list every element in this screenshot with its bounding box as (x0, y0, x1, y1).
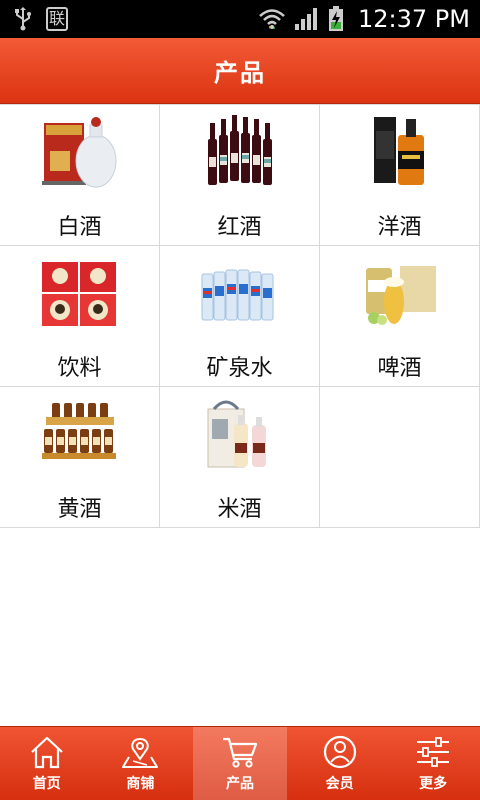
product-label: 洋酒 (377, 215, 422, 240)
nav-label: 产品 (225, 776, 254, 792)
nav-label: 更多 (419, 776, 448, 792)
product-label: 米酒 (217, 497, 262, 522)
page-title: 产品 (214, 59, 266, 87)
product-tile-whisky[interactable]: 洋酒 (320, 105, 480, 246)
beverage-image (42, 262, 116, 326)
status-bar: 联 12:37 PM (0, 0, 480, 38)
product-tile-baijiu[interactable]: 白酒 (0, 105, 160, 246)
product-tile-rice-wine[interactable]: 米酒 (160, 387, 320, 528)
signal-icon (294, 7, 320, 31)
baijiu-image (42, 117, 117, 188)
product-label: 黄酒 (57, 497, 102, 522)
map-pin-icon (122, 737, 159, 768)
yellow-wine-image (42, 403, 116, 459)
product-label: 白酒 (57, 215, 102, 240)
usb-icon (14, 7, 32, 31)
rice-wine-image (207, 400, 266, 468)
product-tile-beer[interactable]: 啤酒 (320, 246, 480, 387)
product-label: 啤酒 (377, 356, 422, 381)
product-tile-beverage[interactable]: 饮料 (0, 246, 160, 387)
product-label: 矿泉水 (206, 356, 273, 381)
red-wine-image (208, 115, 272, 185)
nav-stores[interactable]: 商铺 (94, 727, 188, 800)
product-tile-yellow-wine[interactable]: 黄酒 (0, 387, 160, 528)
product-grid: 白酒 红酒 洋酒 饮料 矿泉水 啤酒 黄酒 米酒 (0, 104, 480, 528)
sliders-icon (417, 737, 450, 767)
status-time: 12:37 PM (358, 5, 470, 33)
nav-label: 会员 (325, 776, 354, 792)
bottom-nav: 首页 商铺 产品 会员 更多 (0, 726, 480, 800)
wifi-icon (258, 7, 286, 31)
battery-charging-icon (328, 6, 344, 32)
carrier-icon: 联 (46, 7, 68, 31)
nav-label: 首页 (32, 776, 61, 792)
product-tile-mineral-water[interactable]: 矿泉水 (160, 246, 320, 387)
nav-label: 商铺 (126, 776, 155, 792)
home-icon (31, 736, 63, 769)
empty-tile (320, 387, 480, 528)
product-label: 饮料 (57, 356, 102, 381)
nav-member[interactable]: 会员 (293, 727, 387, 800)
product-label: 红酒 (217, 215, 262, 240)
nav-home[interactable]: 首页 (0, 727, 94, 800)
cart-icon (222, 737, 258, 768)
whisky-image (374, 117, 424, 185)
beer-image (366, 266, 436, 325)
header-bar: 产品 (0, 38, 480, 104)
mineral-water-image (201, 269, 274, 321)
nav-products[interactable]: 产品 (193, 727, 287, 800)
nav-more[interactable]: 更多 (386, 727, 480, 800)
user-icon (323, 735, 356, 769)
product-tile-red-wine[interactable]: 红酒 (160, 105, 320, 246)
